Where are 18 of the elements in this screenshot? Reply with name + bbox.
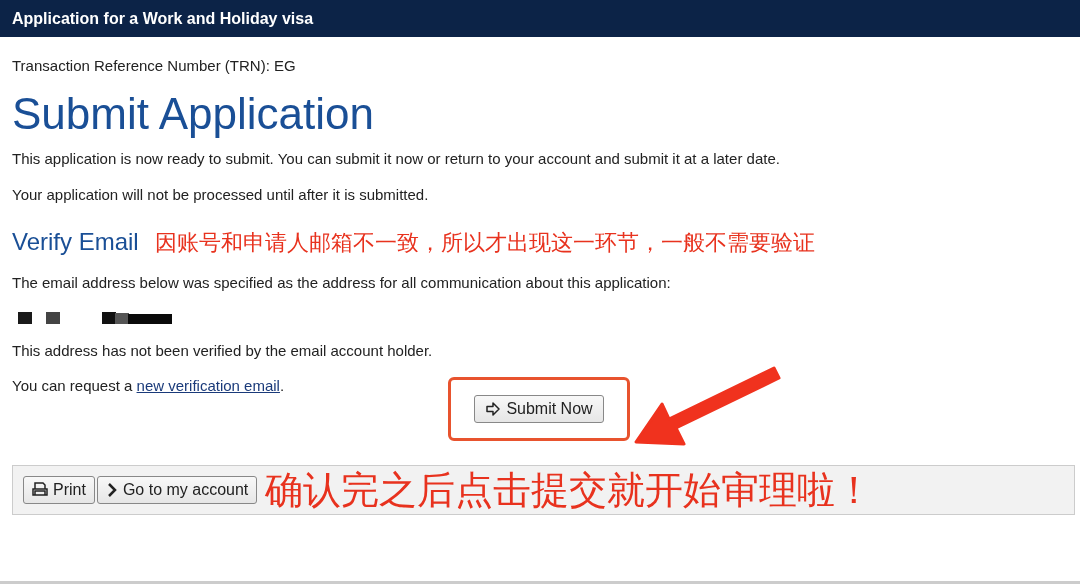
request-text: You can request a new verification email. (12, 376, 286, 397)
footer-button[interactable]: Go to my account (96, 476, 258, 505)
verification-link[interactable]: new verification email (136, 377, 280, 395)
intro-text: Your application will not be processed until after it is submitted. (12, 185, 430, 206)
section-heading: Verify Email (12, 227, 139, 256)
chevron-icon (105, 482, 118, 499)
window-title: Application for a Work and Holiday visa (12, 9, 314, 28)
footer-button[interactable]: Print (23, 476, 95, 505)
printer-icon (32, 482, 48, 499)
annotation-text: 确认完之后点击提交就开始审理啦！ (265, 467, 874, 513)
description-text: The email address below was specified as the address for all communication about this application: (12, 272, 672, 293)
submit-button[interactable]: Submit Now (474, 395, 604, 424)
page-heading: Submit Application (12, 90, 375, 139)
trn-text: Transaction Reference Number (TRN): EG (12, 57, 297, 74)
status-text: This address has not been verified by the email account holder. (12, 340, 434, 361)
arrow-icon (485, 401, 502, 418)
annotation-text: 因账号和申请人邮箱不一致，所以才出现这一环节，一般不需要验证 (154, 228, 815, 257)
intro-text: This application is now ready to submit. You can submit it now or return to your account and submit it at a later date. (12, 149, 781, 170)
